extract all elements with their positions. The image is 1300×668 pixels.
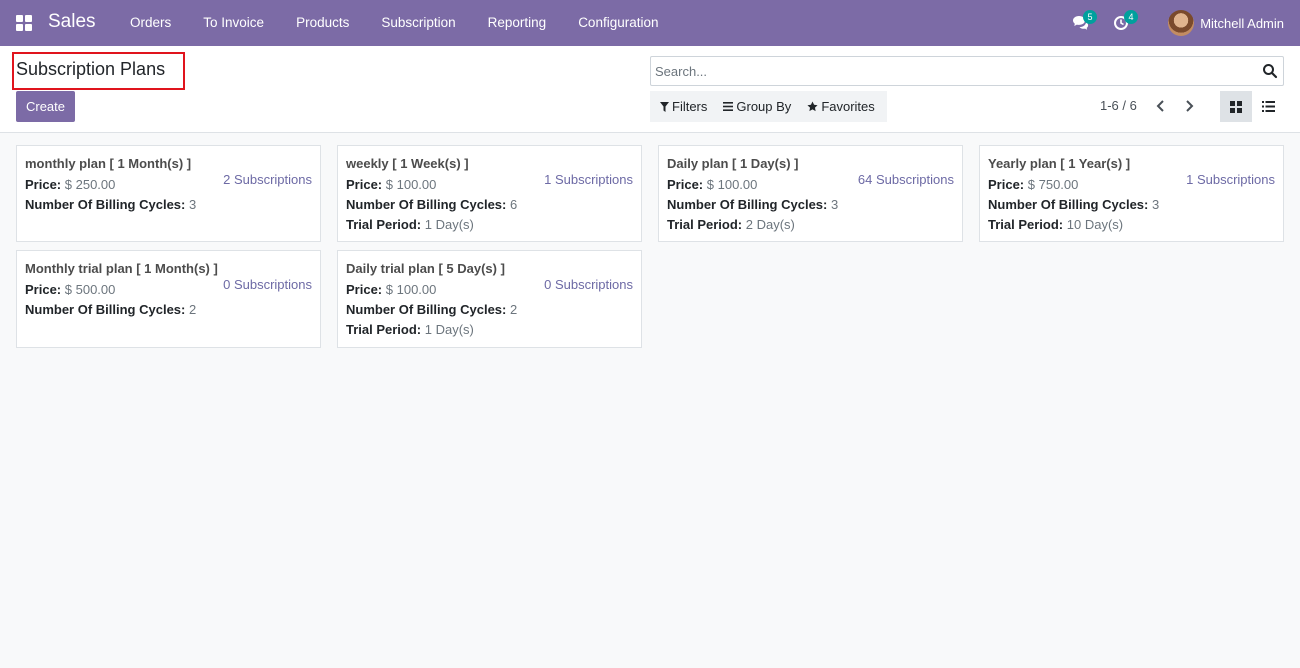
billing-cycles-row: Number Of Billing Cycles: 3: [988, 195, 1275, 215]
price-label: Price:: [25, 282, 62, 297]
menu-item-orders[interactable]: Orders: [114, 0, 187, 46]
price-value: $ 500.00: [64, 282, 116, 297]
trial-period-label: Trial Period:: [667, 217, 743, 232]
subscriptions-link[interactable]: 1 Subscriptions: [544, 172, 633, 187]
billing-cycles-row: Number Of Billing Cycles: 3: [25, 195, 312, 215]
trial-period-value: 1 Day(s): [424, 322, 474, 337]
apps-menu-icon[interactable]: [16, 15, 32, 31]
billing-cycles-label: Number Of Billing Cycles:: [25, 197, 186, 212]
billing-cycles-row: Number Of Billing Cycles: 2: [25, 300, 312, 320]
billing-cycles-label: Number Of Billing Cycles:: [346, 197, 507, 212]
kanban-card[interactable]: Daily trial plan [ 5 Day(s) ] Price: $ 1…: [337, 250, 642, 348]
chevron-right-icon[interactable]: [1182, 98, 1196, 114]
trial-period-value: 10 Day(s): [1066, 217, 1124, 232]
price-value: $ 100.00: [706, 177, 758, 192]
search-input[interactable]: [655, 57, 1255, 85]
billing-cycles-label: Number Of Billing Cycles:: [346, 302, 507, 317]
trial-period-row: Trial Period: 10 Day(s): [988, 215, 1275, 235]
activities-count-badge: 4: [1124, 10, 1138, 24]
subscriptions-link[interactable]: 64 Subscriptions: [858, 172, 954, 187]
trial-period-value: 2 Day(s): [745, 217, 795, 232]
search-box: [650, 56, 1284, 86]
star-icon: [807, 101, 818, 112]
favorites-label: Favorites: [821, 99, 875, 114]
billing-cycles-value: 3: [1152, 197, 1160, 212]
price-value: $ 250.00: [64, 177, 116, 192]
filter-icon: [660, 101, 669, 112]
trial-period-label: Trial Period:: [346, 322, 422, 337]
page-title: Subscription Plans: [16, 59, 166, 79]
filters-button[interactable]: Filters: [650, 91, 715, 122]
trial-period-row: Trial Period: 1 Day(s): [346, 320, 633, 340]
menu-item-configuration[interactable]: Configuration: [562, 0, 674, 46]
create-button[interactable]: Create: [16, 91, 75, 122]
billing-cycles-row: Number Of Billing Cycles: 6: [346, 195, 633, 215]
list-icon: [1261, 101, 1275, 112]
view-switcher: [1220, 91, 1284, 122]
billing-cycles-value: 3: [831, 197, 839, 212]
subscriptions-link[interactable]: 2 Subscriptions: [223, 172, 312, 187]
price-label: Price:: [988, 177, 1025, 192]
menu-item-subscription[interactable]: Subscription: [365, 0, 471, 46]
top-navbar: Sales Orders To Invoice Products Subscri…: [0, 0, 1300, 46]
search-options-bar: Filters Group By Favorites: [650, 91, 887, 122]
billing-cycles-row: Number Of Billing Cycles: 2: [346, 300, 633, 320]
subscriptions-link[interactable]: 1 Subscriptions: [1186, 172, 1275, 187]
price-value: $ 750.00: [1027, 177, 1079, 192]
user-menu[interactable]: Mitchell Admin: [1168, 10, 1284, 36]
messages-button[interactable]: 5: [1072, 10, 1097, 33]
favorites-button[interactable]: Favorites: [799, 91, 882, 122]
search-icon[interactable]: [1262, 63, 1278, 79]
price-label: Price:: [667, 177, 704, 192]
list-view-button[interactable]: [1252, 91, 1284, 122]
subscriptions-link[interactable]: 0 Subscriptions: [544, 277, 633, 292]
billing-cycles-value: 3: [189, 197, 197, 212]
kanban-card[interactable]: Daily plan [ 1 Day(s) ] Price: $ 100.00 …: [658, 145, 963, 242]
kanban-card[interactable]: weekly [ 1 Week(s) ] Price: $ 100.00 Num…: [337, 145, 642, 242]
app-brand[interactable]: Sales: [48, 11, 96, 33]
billing-cycles-label: Number Of Billing Cycles:: [667, 197, 828, 212]
control-panel: Subscription Plans Create Filters Group …: [0, 46, 1300, 133]
kanban-view-button[interactable]: [1220, 91, 1252, 122]
kanban-card[interactable]: Yearly plan [ 1 Year(s) ] Price: $ 750.0…: [979, 145, 1284, 242]
billing-cycles-value: 2: [510, 302, 518, 317]
group-by-button[interactable]: Group By: [715, 91, 799, 122]
price-label: Price:: [346, 282, 383, 297]
avatar: [1168, 10, 1195, 36]
pager-value[interactable]: 1-6 / 6: [1100, 98, 1137, 113]
group-by-label: Group By: [736, 99, 792, 114]
trial-period-label: Trial Period:: [988, 217, 1064, 232]
price-value: $ 100.00: [385, 177, 437, 192]
messages-count-badge: 5: [1083, 10, 1097, 24]
menu-item-to-invoice[interactable]: To Invoice: [187, 0, 280, 46]
subscriptions-link[interactable]: 0 Subscriptions: [223, 277, 312, 292]
kanban-card[interactable]: monthly plan [ 1 Month(s) ] Price: $ 250…: [16, 145, 321, 242]
billing-cycles-row: Number Of Billing Cycles: 3: [667, 195, 954, 215]
menu-item-reporting[interactable]: Reporting: [472, 0, 563, 46]
chevron-left-icon[interactable]: [1154, 98, 1168, 114]
kanban-card[interactable]: Monthly trial plan [ 1 Month(s) ] Price:…: [16, 250, 321, 348]
trial-period-label: Trial Period:: [346, 217, 422, 232]
billing-cycles-label: Number Of Billing Cycles:: [25, 302, 186, 317]
user-name: Mitchell Admin: [1200, 15, 1284, 31]
billing-cycles-value: 2: [189, 302, 197, 317]
price-value: $ 100.00: [385, 282, 437, 297]
menu-item-products[interactable]: Products: [280, 0, 365, 46]
trial-period-row: Trial Period: 2 Day(s): [667, 215, 954, 235]
trial-period-row: Trial Period: 1 Day(s): [346, 215, 633, 235]
main-menu: Orders To Invoice Products Subscription …: [114, 0, 675, 46]
billing-cycles-label: Number Of Billing Cycles:: [988, 197, 1149, 212]
grid-icon: [1230, 100, 1242, 113]
trial-period-value: 1 Day(s): [424, 217, 474, 232]
bars-icon: [723, 102, 734, 111]
filters-label: Filters: [672, 99, 708, 114]
billing-cycles-value: 6: [510, 197, 518, 212]
activities-button[interactable]: 4: [1113, 10, 1138, 33]
price-label: Price:: [346, 177, 383, 192]
price-label: Price:: [25, 177, 62, 192]
